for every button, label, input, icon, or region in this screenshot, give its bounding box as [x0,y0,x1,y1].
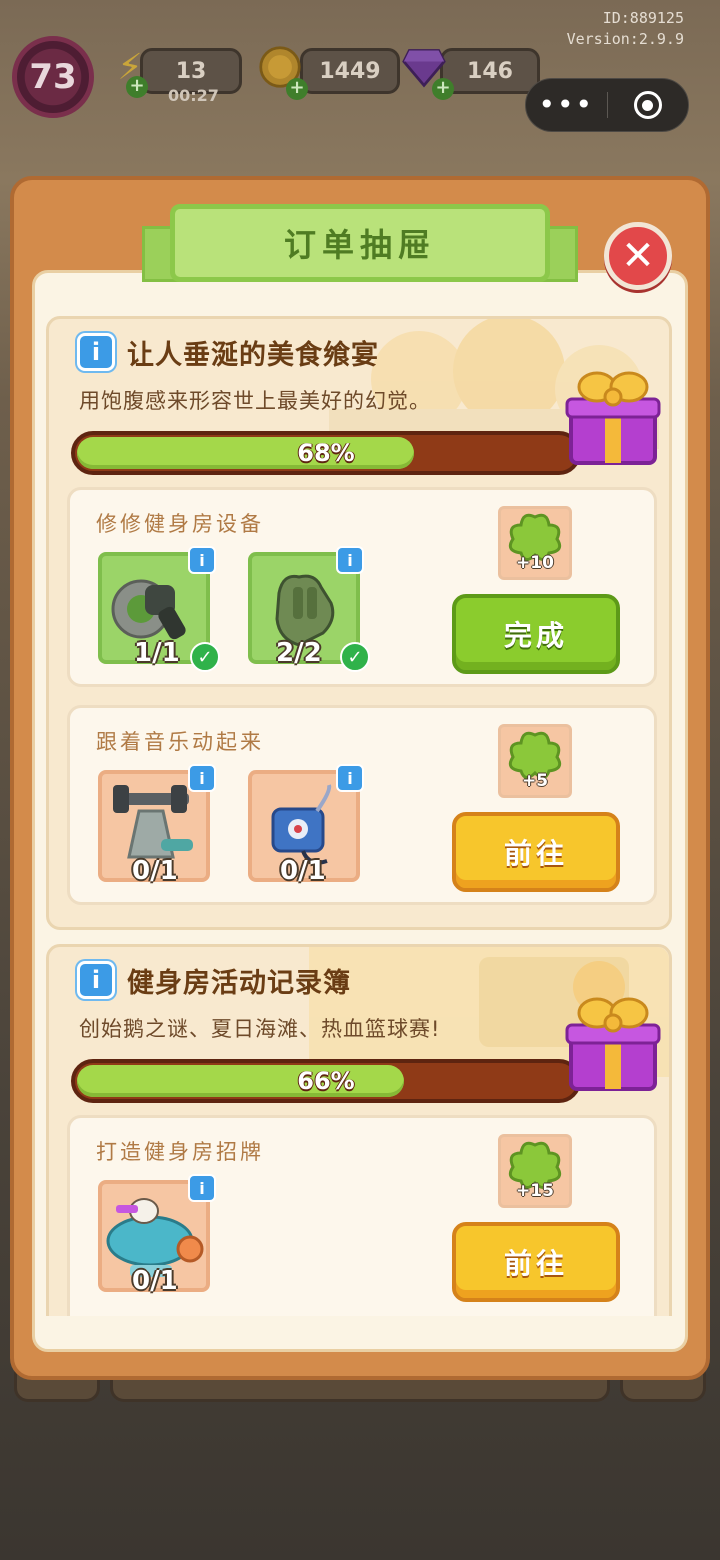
version-info: ID:889125 Version:2.9.9 [567,8,684,50]
reward-amount: +5 [521,771,549,791]
task-card: 修修健身房设备 i 1/1 ✓ i 2/2 ✓ +10 完成 [67,487,657,687]
gem-value: 146 [467,58,513,84]
reward-amount: +10 [516,553,554,573]
order-list[interactable]: i 让人垂涎的美食飨宴 用饱腹感来形容世上最美好的幻觉。 68% 修修健身房设备… [44,316,676,1316]
coin-value: 1449 [319,58,381,84]
add-energy-icon[interactable]: + [126,76,148,98]
energy-timer: 00:27 [168,86,219,105]
gift-box-icon[interactable] [563,993,663,1093]
close-icon: ✕ [621,233,655,279]
item-count: 0/1 [132,856,178,886]
top-hud: 73 13 ⚡ + 00:27 1449 + 146 + ID:889125 V… [0,0,720,150]
reward-tile: +15 [498,1134,572,1208]
item-count: 0/1 [132,1266,178,1296]
item-count: 2/2 [276,638,322,668]
reward-tile: +10 [498,506,572,580]
item-count: 0/1 [280,856,326,886]
item-info-icon[interactable]: i [188,764,216,792]
close-button[interactable]: ✕ [604,222,672,290]
complete-button[interactable]: 完成 [452,594,620,674]
item-info-icon[interactable]: i [336,764,364,792]
checkmark-icon: ✓ [340,642,370,672]
exit-miniprogram-button[interactable] [608,79,689,131]
level-badge[interactable]: 73 [12,36,94,118]
more-menu-button[interactable]: ••• [526,79,607,131]
coin-counter[interactable]: 1449 [300,48,400,94]
section-description: 用饱腹感来形容世上最美好的幻觉。 [79,389,431,413]
reward-amount: +15 [516,1181,554,1201]
checkmark-icon: ✓ [190,642,220,672]
item-info-icon[interactable]: i [336,546,364,574]
player-id: ID:889125 [602,9,684,27]
order-section: i 健身房活动记录簿 创始鹅之谜、夏日海滩、热血篮球赛! 66% 打造健身房招牌… [46,944,672,1316]
progress-label: 68% [297,439,355,467]
section-title: 健身房活动记录簿 [127,968,351,999]
miniprogram-capsule: ••• [525,78,689,132]
section-info-icon[interactable]: i [77,333,115,371]
section-info-icon[interactable]: i [77,961,115,999]
go-button[interactable]: 前往 [452,1222,620,1302]
more-dots-icon: ••• [538,88,595,121]
title-banner: 订单抽屉 [170,204,550,282]
section-title: 让人垂涎的美食飨宴 [127,340,379,371]
task-card: 跟着音乐动起来 i 0/1 i 0/1 +5 前往 [67,705,657,905]
task-name: 修修健身房设备 [96,512,264,536]
add-coin-icon[interactable]: + [286,78,308,100]
section-progress-bar: 68% [71,431,581,475]
target-icon [633,91,662,119]
section-description: 创始鹅之谜、夏日海滩、热血篮球赛! [79,1017,441,1041]
order-section: i 让人垂涎的美食飨宴 用饱腹感来形容世上最美好的幻觉。 68% 修修健身房设备… [46,316,672,930]
item-count: 1/1 [134,638,180,668]
item-info-icon[interactable]: i [188,1174,216,1202]
task-name: 跟着音乐动起来 [96,730,264,754]
section-progress-bar: 66% [71,1059,581,1103]
energy-value: 13 [175,58,207,84]
task-name: 打造健身房招牌 [96,1140,264,1164]
gift-box-icon[interactable] [563,367,663,467]
add-gem-icon[interactable]: + [432,78,454,100]
reward-tile: +5 [498,724,572,798]
task-card: 打造健身房招牌 i 0/1 +15 前往 [67,1115,657,1316]
item-info-icon[interactable]: i [188,546,216,574]
gem-counter[interactable]: 146 [440,48,540,94]
progress-label: 66% [297,1067,355,1095]
version-label: Version:2.9.9 [566,30,684,48]
go-button[interactable]: 前往 [452,812,620,892]
level-value: 73 [29,57,77,97]
dialog-title: 订单抽屉 [283,226,436,264]
